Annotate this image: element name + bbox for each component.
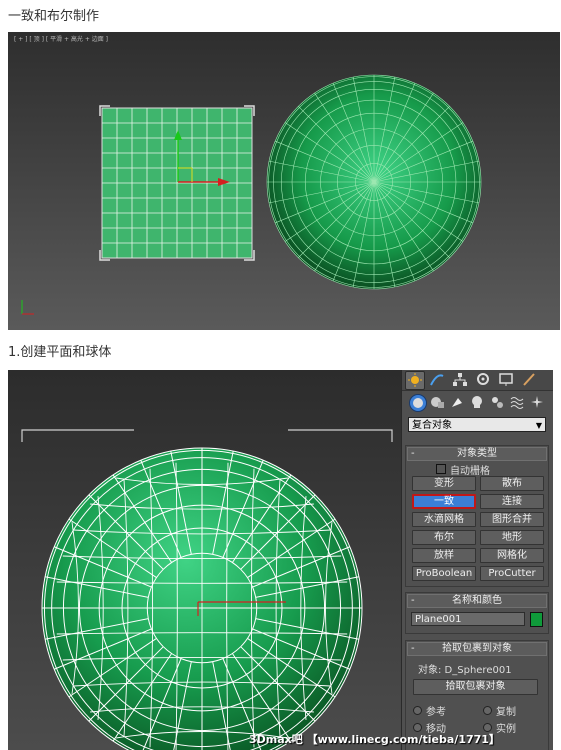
pick-wrap-object-button[interactable]: 拾取包裹对象 [413,679,538,695]
step1-caption: 1.创建平面和球体 [8,345,112,360]
object-color-swatch[interactable] [530,612,543,627]
object-type-button[interactable]: 散布 [480,476,544,491]
object-type-button[interactable]: 连接 [480,494,544,509]
geometry-icon[interactable] [409,394,427,412]
sphere-wireframe [266,74,482,290]
lights-icon[interactable] [449,394,465,410]
utilities-tab-icon[interactable] [520,371,538,388]
object-type-button[interactable]: 水滴网格 [412,512,476,527]
object-name-field[interactable]: Plane001 [411,612,525,626]
viewport-label[interactable]: [ + ] [ 顶 ] [ 平滑 + 高光 + 边面 ] [14,34,108,43]
systems-icon[interactable] [529,394,545,410]
object-type-button[interactable]: ProBoolean [412,566,476,581]
helpers-icon[interactable] [489,394,505,410]
modify-tab-icon[interactable] [428,371,446,388]
watermark-text: 3Dmax吧 【www.linecg.com/tieba/1771】 [249,733,500,746]
object-type-button[interactable]: 图形合并 [480,512,544,527]
auto-grid-label: 自动栅格 [450,466,490,477]
cameras-icon[interactable] [469,394,485,410]
copy-label: 复制 [496,707,516,718]
pick-wrap-header[interactable]: - 拾取包裹到对象 [407,642,547,656]
spacewarps-icon[interactable] [509,394,525,410]
create-category-icons [402,393,553,412]
title-caption: 一致和布尔制作 [8,9,100,24]
object-type-header[interactable]: - 对象类型 [407,447,547,461]
category-dropdown[interactable]: 复合对象 ▼ [408,417,546,432]
command-panel: 复合对象 ▼ - 对象类型 自动栅格 变形 散布 一致 连接 水滴网格 图形合并 布尔 地形 放样… [401,370,553,750]
wrap-object-label: 对象: D_Sphere001 [418,665,512,676]
object-type-button[interactable]: 地形 [480,530,544,545]
copy-radio[interactable] [483,706,492,715]
create-tab-icon[interactable] [405,371,425,390]
object-type-button[interactable]: 一致 [412,494,476,509]
shapes-icon[interactable] [429,394,445,410]
auto-grid-checkbox[interactable] [436,464,446,474]
object-type-button[interactable]: 放样 [412,548,476,563]
top-viewport[interactable]: [ + ] [ 顶 ] [ 平滑 + 高光 + 边面 ] [8,32,560,330]
name-color-rollout: - 名称和颜色 Plane001 [405,592,549,634]
object-type-rollout: - 对象类型 自动栅格 变形 散布 一致 连接 水滴网格 图形合并 布尔 地形 放样 网格化 ProB… [405,445,549,587]
name-color-header[interactable]: - 名称和颜色 [407,594,547,608]
command-panel-tabs [402,370,553,391]
reference-label: 参考 [426,707,446,718]
object-type-button[interactable]: ProCutter [480,566,544,581]
object-type-button[interactable]: 网格化 [480,548,544,563]
reference-radio[interactable] [413,706,422,715]
object-type-button[interactable]: 布尔 [412,530,476,545]
motion-tab-icon[interactable] [474,371,492,388]
category-dropdown-value: 复合对象 [412,420,452,431]
chevron-down-icon: ▼ [535,421,542,430]
bottom-viewport[interactable] [8,370,401,750]
hierarchy-tab-icon[interactable] [451,371,469,388]
object-type-button[interactable]: 变形 [412,476,476,491]
display-tab-icon[interactable] [497,371,515,388]
